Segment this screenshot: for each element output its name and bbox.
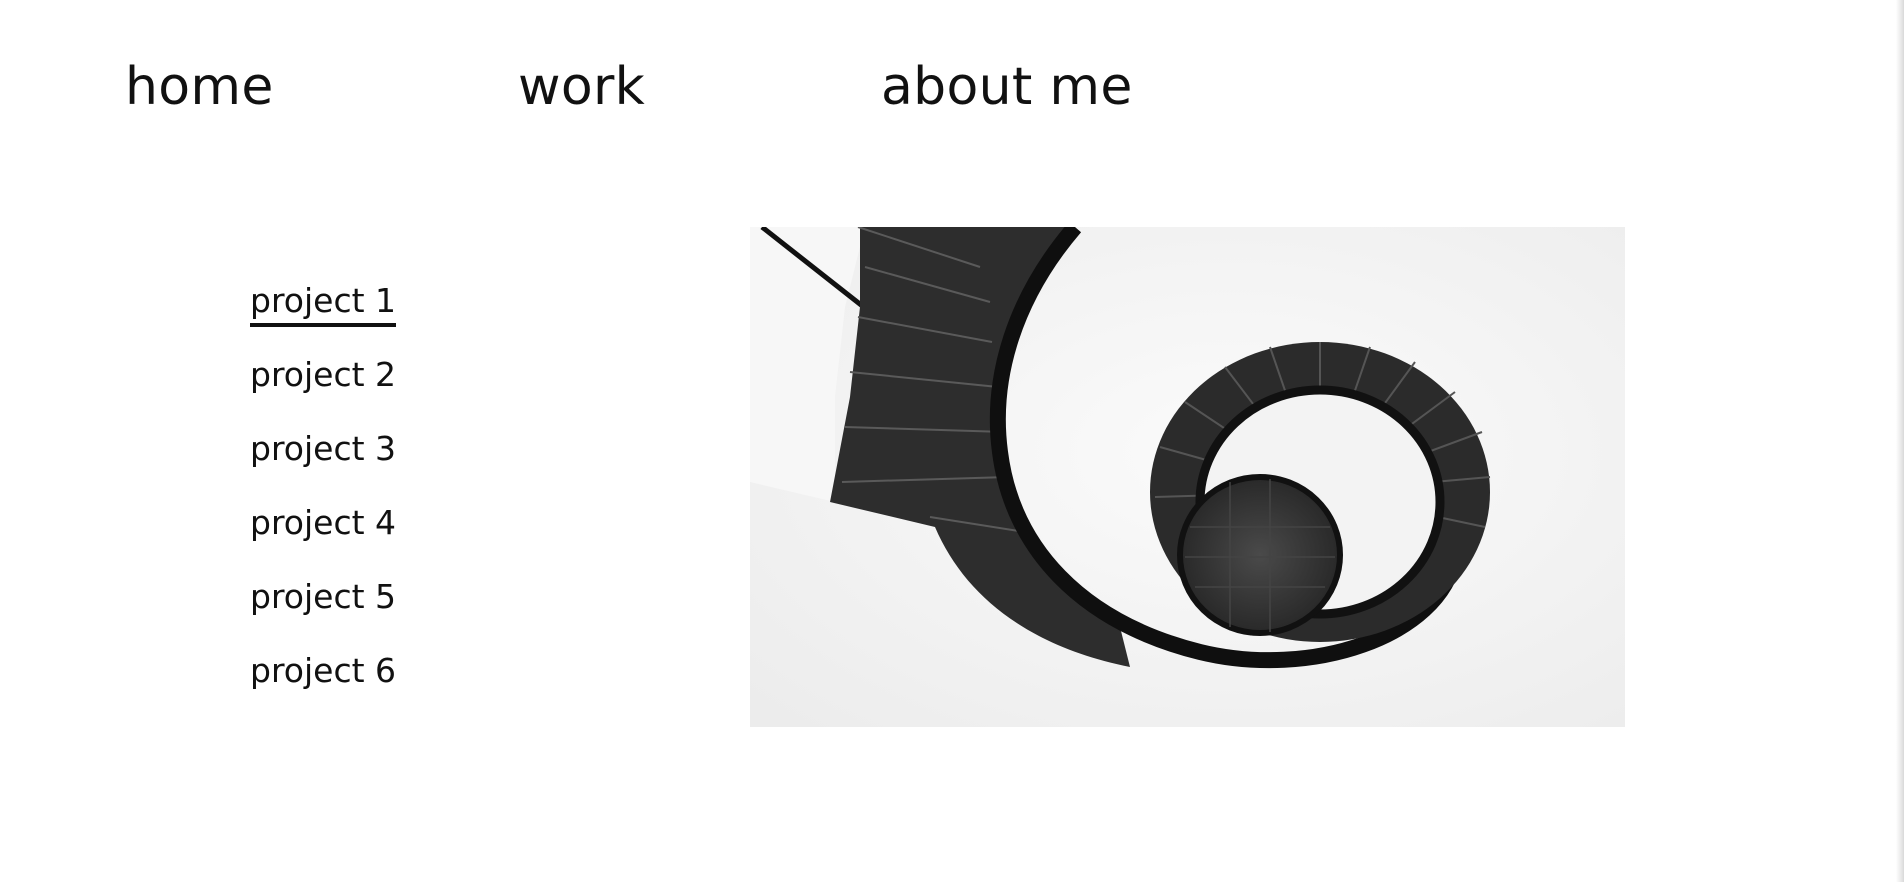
project-link-1[interactable]: project 1 <box>250 280 397 327</box>
project-item: project 5 <box>250 576 550 650</box>
spiral-staircase-illustration <box>750 227 1625 727</box>
project-item: project 4 <box>250 502 550 576</box>
project-link-4[interactable]: project 4 <box>250 502 396 544</box>
project-item: project 3 <box>250 428 550 502</box>
nav-link-work[interactable]: work <box>518 52 645 122</box>
project-item: project 2 <box>250 354 550 428</box>
project-list: project 1 project 2 project 3 project 4 … <box>250 280 550 724</box>
scrollbar-edge <box>1896 0 1904 882</box>
project-link-2[interactable]: project 2 <box>250 354 396 396</box>
project-link-3[interactable]: project 3 <box>250 428 396 470</box>
nav-link-about-me[interactable]: about me <box>881 52 1133 122</box>
project-item: project 6 <box>250 650 550 724</box>
project-link-6[interactable]: project 6 <box>250 650 396 692</box>
top-navigation: home work about me <box>125 52 1225 122</box>
hero-image <box>750 227 1625 727</box>
project-item: project 1 <box>250 280 550 354</box>
project-link-5[interactable]: project 5 <box>250 576 396 618</box>
nav-link-home[interactable]: home <box>125 52 274 122</box>
